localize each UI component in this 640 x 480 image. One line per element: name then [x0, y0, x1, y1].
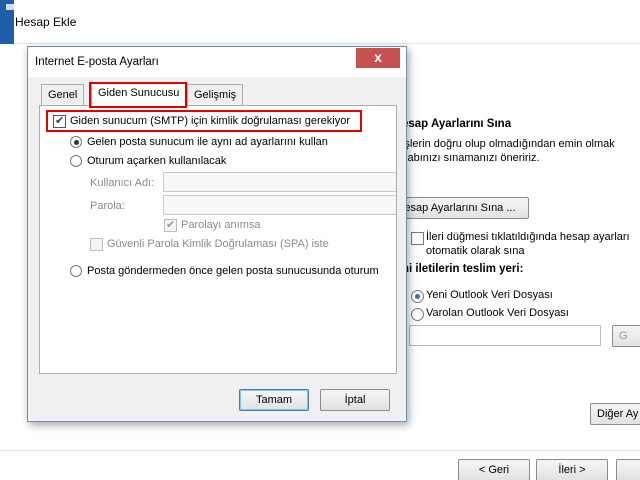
cancel-button[interactable]: İptal	[320, 389, 390, 411]
spa-checkbox[interactable]	[90, 238, 103, 251]
tab-outgoing-server[interactable]: Giden Sunucusu	[91, 82, 187, 106]
username-input[interactable]	[163, 172, 396, 192]
logon-incoming-label: Posta göndermeden önce gelen posta sunuc…	[87, 265, 379, 277]
app-icon-detail	[6, 4, 14, 10]
test-settings-heading: esap Ayarlarını Sına	[402, 118, 512, 130]
tab-general[interactable]: Genel	[41, 84, 85, 105]
spa-label: Güvenli Parola Kimlik Doğrulaması (SPA) …	[107, 238, 329, 250]
same-settings-label: Gelen posta sunucum ile aynı ad ayarları…	[87, 136, 328, 148]
outgoing-server-panel: Giden sunucum (SMTP) için kimlik doğrula…	[39, 105, 397, 374]
dialog-title: Internet E-posta Ayarları	[35, 56, 159, 68]
password-label: Parola:	[90, 200, 125, 212]
cancel-button-partial[interactable]	[616, 459, 640, 480]
test-account-settings-button[interactable]: lesap Ayarlarını Sına ...	[395, 197, 529, 219]
auto-test-label-1: İleri düğmesi tıklatıldığında hesap ayar…	[426, 231, 630, 243]
auto-test-checkbox[interactable]	[411, 232, 424, 245]
internet-email-settings-dialog: Internet E-posta Ayarları x Genel Giden …	[27, 46, 407, 422]
window-titlebar: Hesap Ekle	[0, 0, 640, 44]
remember-password-label: Parolayı anımsa	[181, 219, 261, 231]
password-input[interactable]	[163, 195, 396, 215]
deliver-heading: ni iletilerin teslim yeri:	[402, 263, 524, 275]
logon-using-radio[interactable]	[70, 155, 82, 167]
existing-data-file-input[interactable]	[409, 325, 601, 346]
next-button[interactable]: İleri >	[536, 459, 608, 480]
smtp-auth-checkbox[interactable]	[53, 114, 66, 128]
auto-test-label-2: otomatik olarak sına	[426, 245, 525, 257]
footer-divider	[0, 450, 640, 451]
tab-advanced[interactable]: Gelişmiş	[187, 84, 244, 105]
ok-button[interactable]: Tamam	[239, 389, 309, 411]
new-data-file-radio[interactable]	[411, 290, 424, 303]
new-data-file-label: Yeni Outlook Veri Dosyası	[426, 289, 553, 301]
test-settings-desc-1: işlerin doğru olup olmadığından emin olm…	[402, 138, 615, 150]
logon-using-label: Oturum açarken kullanılacak	[87, 155, 227, 167]
close-icon[interactable]: x	[356, 48, 400, 68]
same-settings-radio[interactable]	[70, 136, 82, 148]
smtp-auth-label: Giden sunucum (SMTP) için kimlik doğrula…	[70, 115, 350, 127]
logon-incoming-radio[interactable]	[70, 265, 82, 277]
existing-data-file-radio[interactable]	[411, 308, 424, 321]
window-title: Hesap Ekle	[15, 15, 77, 29]
back-button[interactable]: < Geri	[458, 459, 530, 480]
test-settings-desc-2: sabınızı sınamanızı öneririz.	[402, 152, 540, 164]
dialog-titlebar: Internet E-posta Ayarları x	[28, 47, 406, 77]
username-label: Kullanıcı Adı:	[90, 177, 155, 189]
browse-button[interactable]: G	[612, 325, 640, 347]
remember-password-checkbox[interactable]	[164, 218, 177, 232]
existing-data-file-label: Varolan Outlook Veri Dosyası	[426, 307, 569, 319]
more-settings-button[interactable]: Diğer Ay	[590, 403, 640, 425]
